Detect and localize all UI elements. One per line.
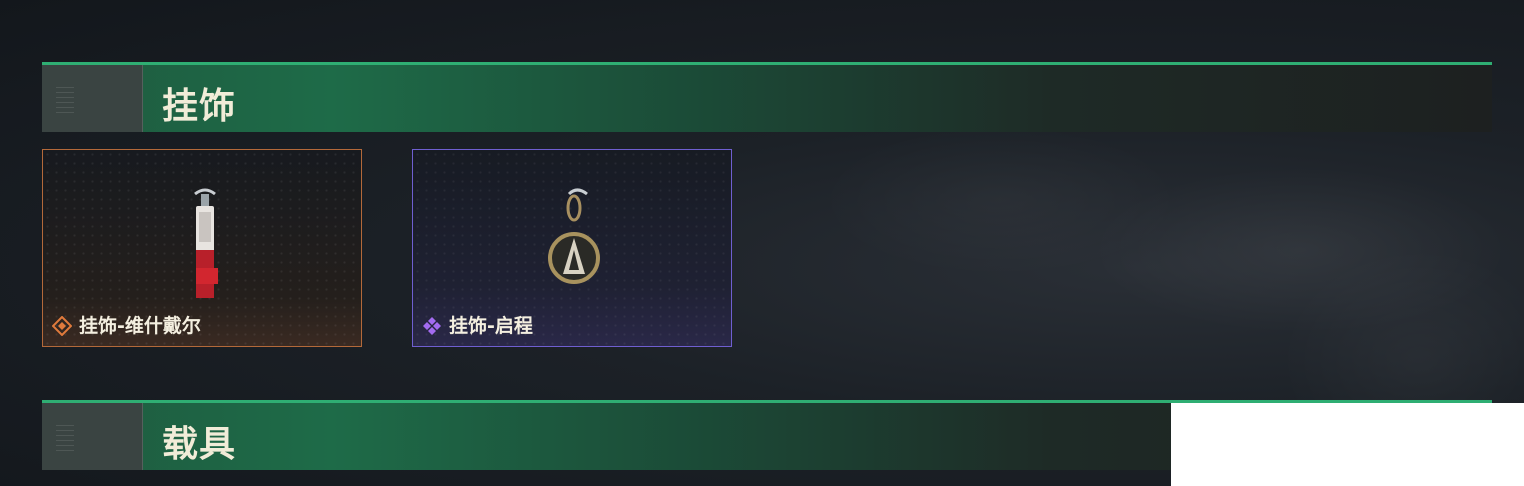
item-name: 挂饰-维什戴尔 bbox=[79, 315, 201, 337]
purple-rarity-diamond-icon bbox=[423, 317, 441, 335]
section-marker bbox=[42, 403, 143, 470]
item-name: 挂饰-启程 bbox=[449, 315, 533, 337]
charm-departure-image bbox=[548, 188, 600, 284]
orange-rarity-diamond-icon bbox=[52, 316, 72, 336]
charm-wisdel-image bbox=[194, 188, 218, 298]
item-card-departure-charm[interactable]: 挂饰-启程 bbox=[412, 149, 732, 347]
section-header-charms: 挂饰 bbox=[42, 62, 1492, 132]
blank-overlay bbox=[1171, 403, 1524, 486]
section-title: 挂饰 bbox=[162, 86, 237, 127]
section-title: 载具 bbox=[162, 424, 237, 465]
item-card-wisdel-charm[interactable]: 挂饰-维什戴尔 bbox=[42, 149, 362, 347]
section-marker bbox=[42, 65, 143, 132]
